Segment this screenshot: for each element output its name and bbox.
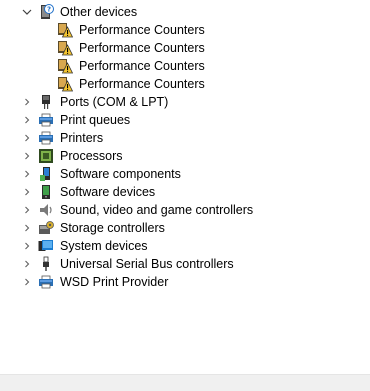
tree-item-software-devices[interactable]: Software devices [0, 183, 370, 201]
warning-device-icon [57, 40, 73, 56]
tree-item-label: Print queues [60, 113, 131, 127]
tree-item-label: Processors [60, 149, 123, 163]
software-device-icon [38, 184, 54, 200]
tree-item-processors[interactable]: Processors [0, 147, 370, 165]
port-icon [38, 94, 54, 110]
device-tree[interactable]: ? Other devices Performance Counters Perfor… [0, 0, 370, 374]
chevron-right-icon[interactable] [21, 237, 33, 255]
chevron-right-icon[interactable] [21, 111, 33, 129]
tree-item-label: Software components [60, 167, 181, 181]
chevron-right-icon[interactable] [21, 201, 33, 219]
tree-item-performance-counters[interactable]: Performance Counters [0, 75, 370, 93]
tree-item-performance-counters[interactable]: Performance Counters [0, 57, 370, 75]
tree-item-label: Sound, video and game controllers [60, 203, 254, 217]
printer-icon [38, 274, 54, 290]
tree-item-other-devices[interactable]: ? Other devices [0, 3, 370, 21]
printer-icon [38, 112, 54, 128]
chevron-right-icon[interactable] [21, 219, 33, 237]
speaker-icon [38, 202, 54, 218]
warning-device-icon [57, 76, 73, 92]
tree-item-label: Performance Counters [79, 59, 205, 73]
printer-icon [38, 130, 54, 146]
chevron-right-icon[interactable] [21, 129, 33, 147]
chevron-right-icon[interactable] [21, 183, 33, 201]
tree-item-print-queues[interactable]: Print queues [0, 111, 370, 129]
tree-item-label: Performance Counters [79, 41, 205, 55]
tree-item-software-components[interactable]: Software components [0, 165, 370, 183]
tree-item-sound-video-and-game-controllers[interactable]: Sound, video and game controllers [0, 201, 370, 219]
chevron-right-icon[interactable] [21, 165, 33, 183]
chevron-right-icon[interactable] [21, 255, 33, 273]
tree-item-label: Universal Serial Bus controllers [60, 257, 234, 271]
system-devices-icon [38, 238, 54, 254]
tree-item-label: System devices [60, 239, 148, 253]
chevron-right-icon[interactable] [21, 93, 33, 111]
tree-item-performance-counters[interactable]: Performance Counters [0, 39, 370, 57]
warning-device-icon [57, 22, 73, 38]
warning-device-icon [57, 58, 73, 74]
tree-item-label: WSD Print Provider [60, 275, 169, 289]
unknown-device-icon: ? [38, 4, 54, 20]
horizontal-scrollbar[interactable] [0, 374, 370, 391]
tree-item-label: Ports (COM & LPT) [60, 95, 169, 109]
tree-item-label: Performance Counters [79, 23, 205, 37]
chevron-right-icon[interactable] [21, 273, 33, 291]
tree-item-performance-counters[interactable]: Performance Counters [0, 21, 370, 39]
tree-item-label: Storage controllers [60, 221, 165, 235]
tree-item-ports-com-lpt[interactable]: Ports (COM & LPT) [0, 93, 370, 111]
tree-item-storage-controllers[interactable]: Storage controllers [0, 219, 370, 237]
chevron-down-icon[interactable] [21, 3, 33, 21]
tree-item-universal-serial-bus-controllers[interactable]: Universal Serial Bus controllers [0, 255, 370, 273]
tree-item-wsd-print-provider[interactable]: WSD Print Provider [0, 273, 370, 291]
chevron-right-icon[interactable] [21, 147, 33, 165]
tree-item-system-devices[interactable]: System devices [0, 237, 370, 255]
storage-controller-icon [38, 220, 54, 236]
tree-item-label: Software devices [60, 185, 156, 199]
processor-icon [38, 148, 54, 164]
tree-item-printers[interactable]: Printers [0, 129, 370, 147]
usb-icon [38, 256, 54, 272]
tree-item-label: Printers [60, 131, 104, 145]
software-component-icon [38, 166, 54, 182]
tree-item-label: Performance Counters [79, 77, 205, 91]
tree-item-label: Other devices [60, 5, 138, 19]
svg-text:?: ? [47, 6, 51, 14]
